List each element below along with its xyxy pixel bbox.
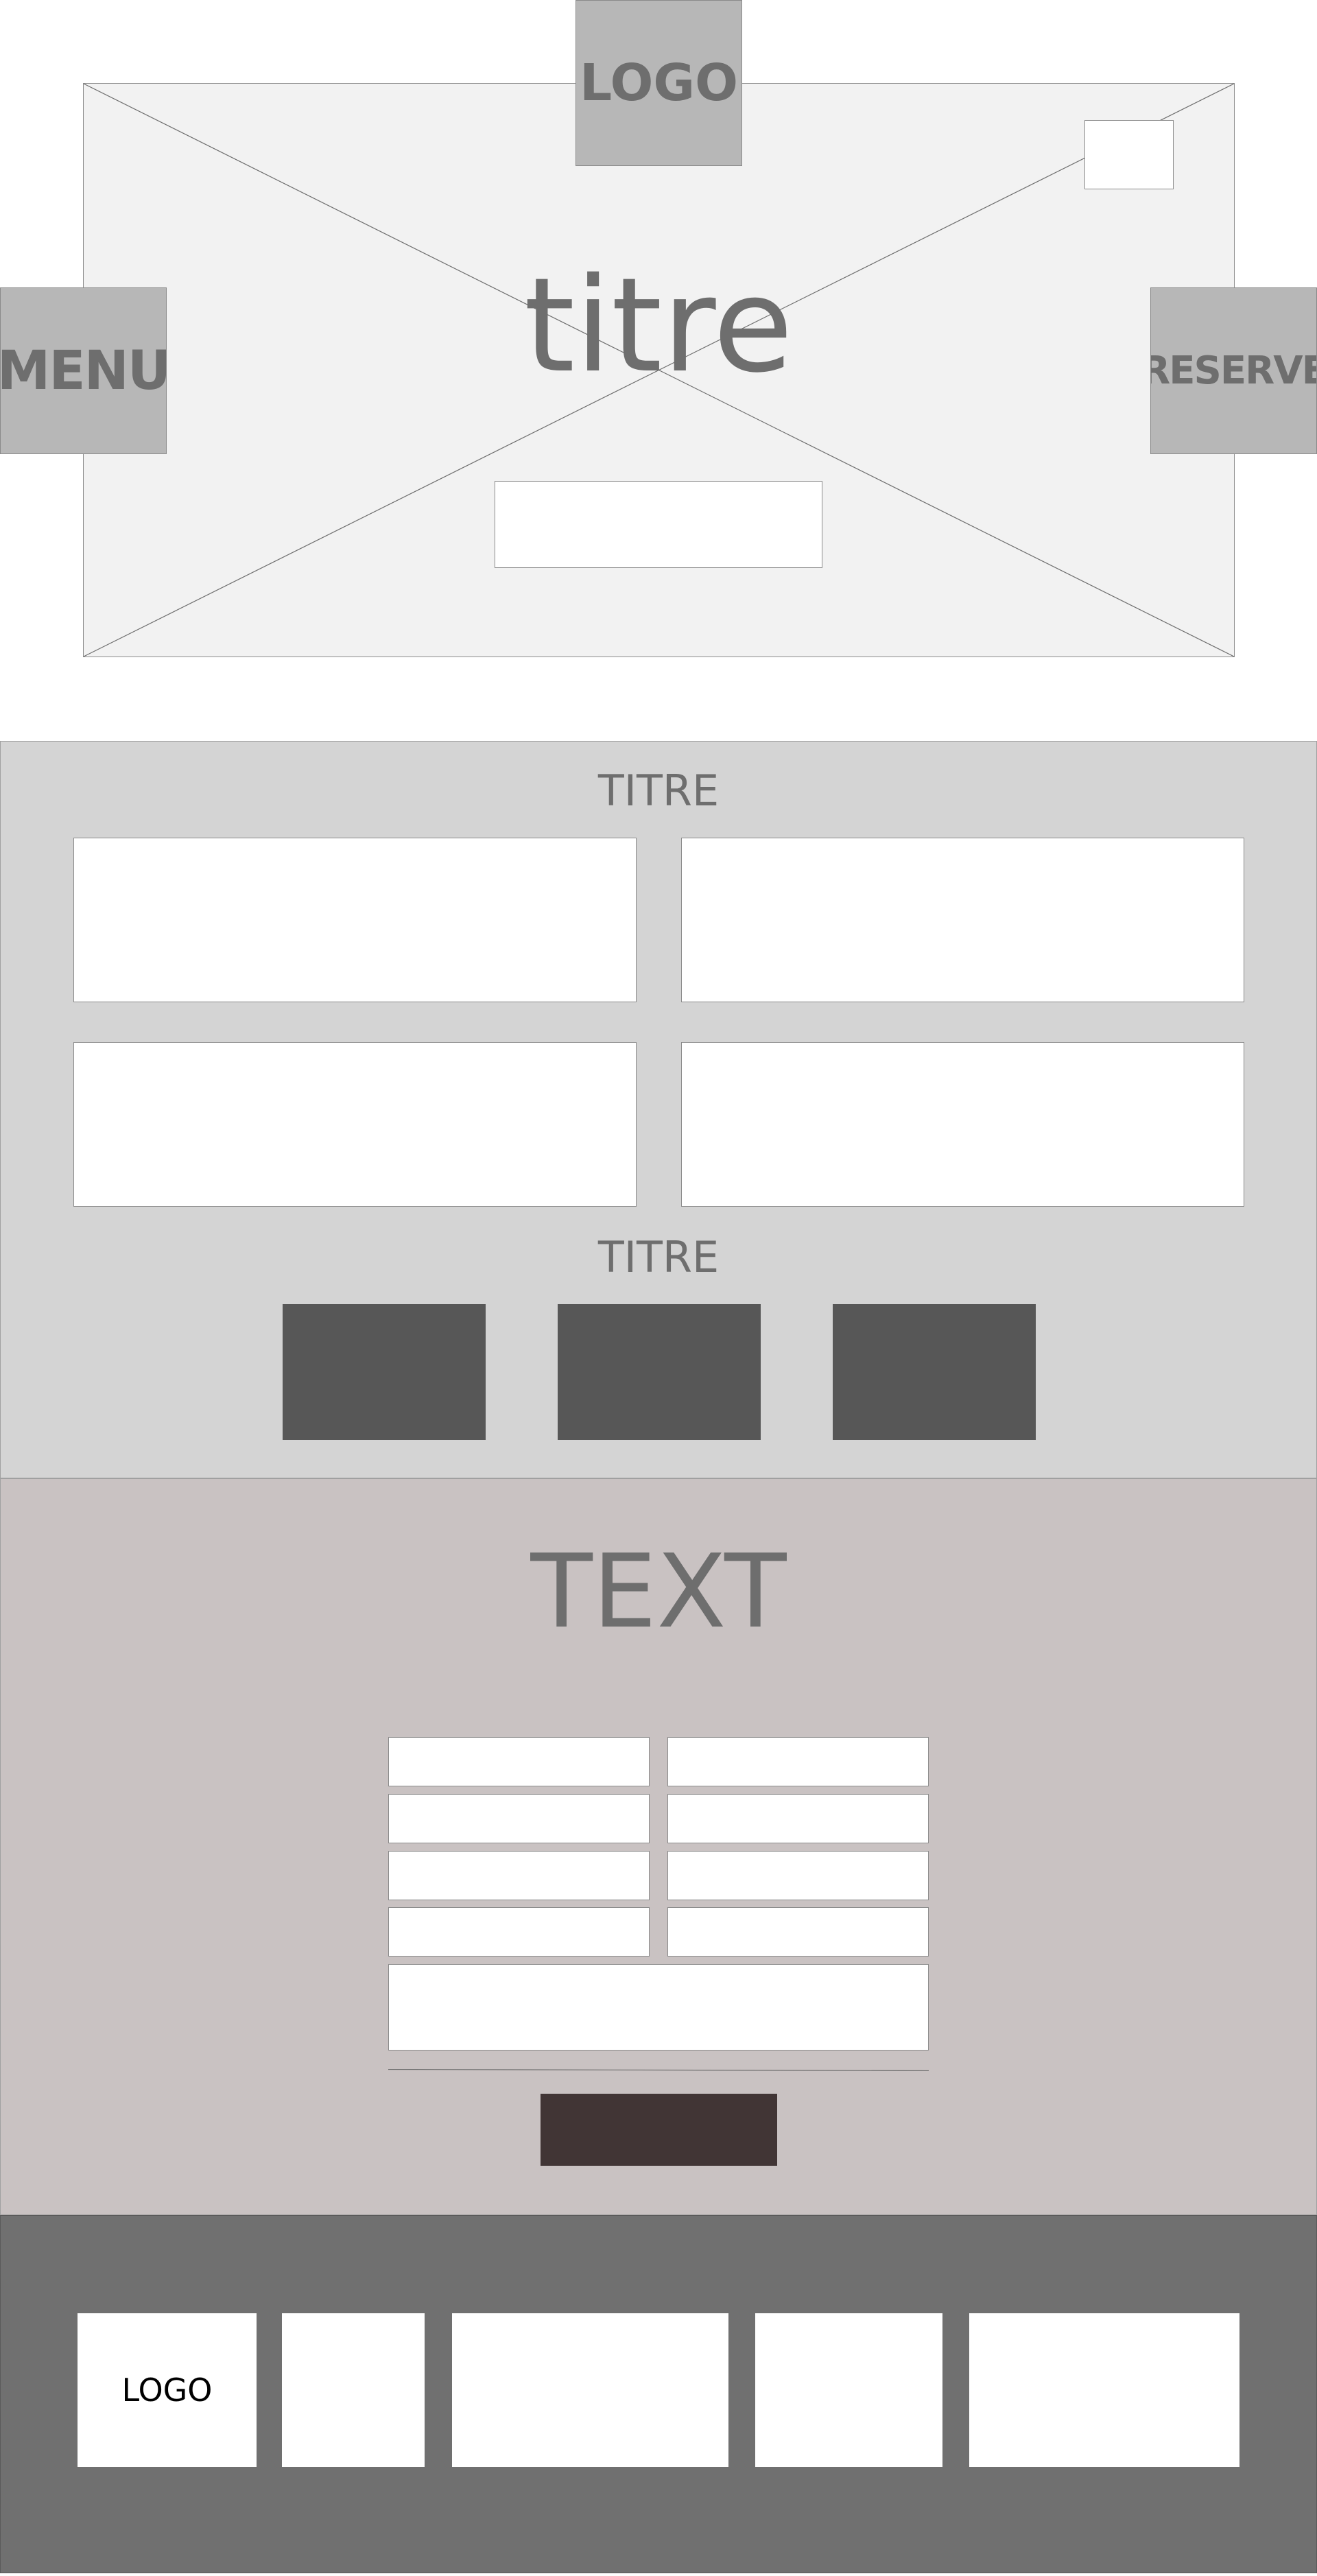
form-field[interactable]	[667, 1851, 929, 1900]
content-card[interactable]	[681, 838, 1244, 1002]
reserve-button[interactable]: RESERVE	[1150, 287, 1317, 454]
submit-button[interactable]	[541, 2094, 777, 2166]
footer-logo[interactable]: LOGO	[78, 2313, 257, 2467]
message-field[interactable]	[388, 1964, 929, 2051]
section-subtitle: TITRE	[597, 1232, 720, 1282]
section-title: TITRE	[597, 766, 720, 816]
footer-column[interactable]	[755, 2313, 942, 2467]
form-field[interactable]	[667, 1907, 929, 1957]
form-field[interactable]	[667, 1737, 929, 1786]
form-field[interactable]	[388, 1851, 650, 1900]
content-card[interactable]	[681, 1042, 1244, 1207]
hero-small-box[interactable]	[1084, 120, 1174, 189]
hero-title: titre	[523, 250, 794, 401]
image-block[interactable]	[558, 1304, 761, 1440]
form-divider	[388, 2069, 929, 2071]
content-card[interactable]	[73, 1042, 637, 1207]
form-field[interactable]	[667, 1794, 929, 1843]
hero-cta-box[interactable]	[495, 481, 822, 568]
image-block[interactable]	[283, 1304, 486, 1440]
contact-title: TEXT	[530, 1533, 787, 1651]
form-field[interactable]	[388, 1907, 650, 1957]
footer-column[interactable]	[969, 2313, 1239, 2467]
form-field[interactable]	[388, 1737, 650, 1786]
content-card[interactable]	[73, 838, 637, 1002]
footer-column[interactable]	[282, 2313, 425, 2467]
logo-tile[interactable]: LOGO	[576, 0, 742, 166]
menu-button[interactable]: MENU	[0, 287, 171, 454]
image-block[interactable]	[833, 1304, 1036, 1440]
form-field[interactable]	[388, 1794, 650, 1843]
footer-column[interactable]	[452, 2313, 728, 2467]
